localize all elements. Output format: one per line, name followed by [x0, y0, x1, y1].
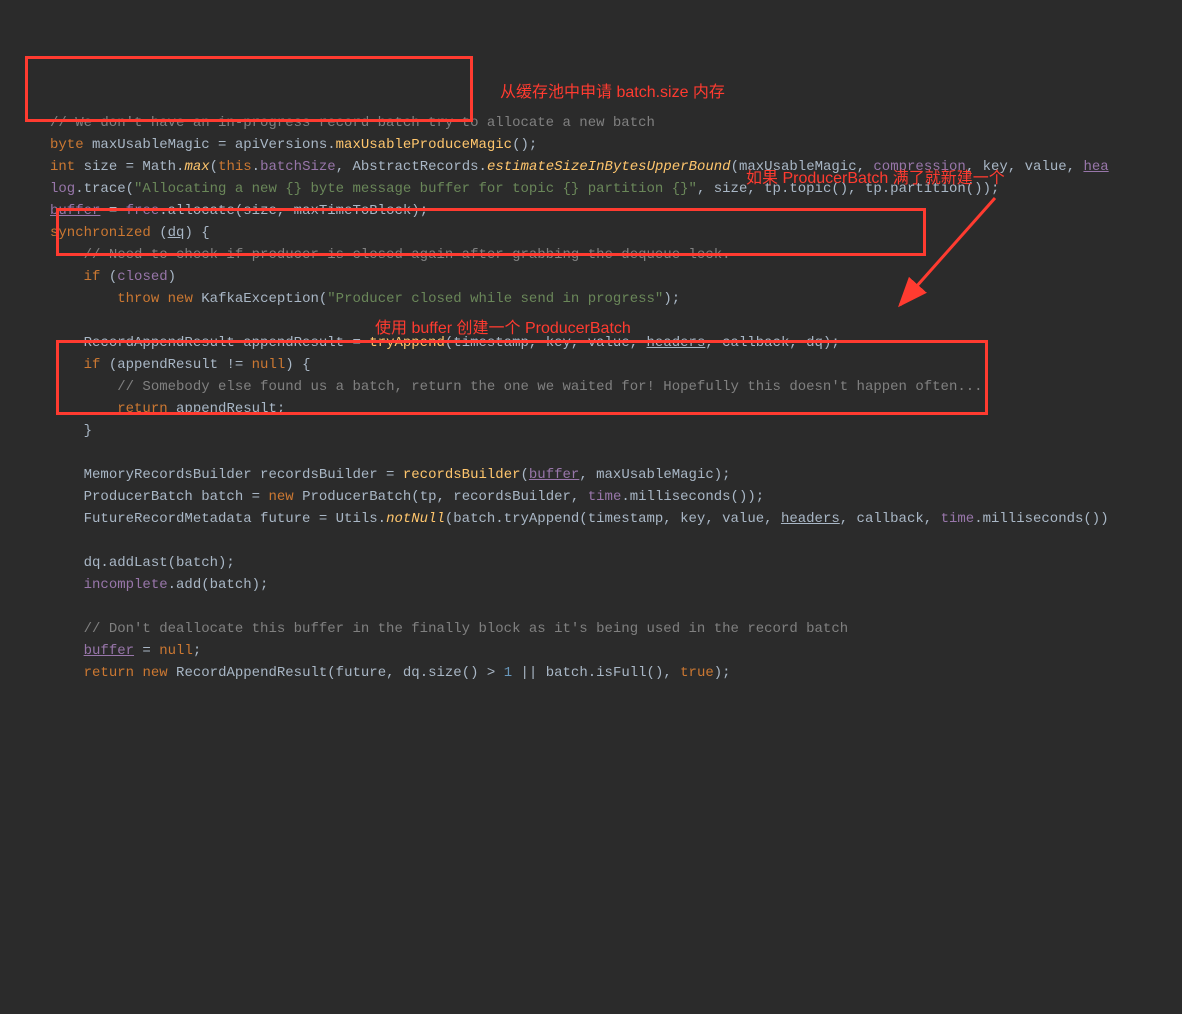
code-comment: // Somebody else found us a batch, retur…: [117, 379, 982, 395]
buffer-var: buffer: [50, 203, 100, 219]
annotation-text-1: 从缓存池中申请 batch.size 内存: [500, 82, 725, 104]
annotation-text-3: 使用 buffer 创建一个 ProducerBatch: [375, 318, 631, 340]
code-comment: // Need to check if producer is closed a…: [84, 247, 731, 263]
code-comment: // We don't have an in-progress record b…: [50, 115, 655, 131]
annotation-text-2: 如果 ProducerBatch 满了就新建一个: [746, 168, 1005, 190]
keyword-int: int: [50, 159, 75, 175]
code-block: // We don't have an in-progress record b…: [50, 90, 1182, 684]
keyword-byte: byte: [50, 137, 84, 153]
code-comment: // Don't deallocate this buffer in the f…: [84, 621, 849, 637]
